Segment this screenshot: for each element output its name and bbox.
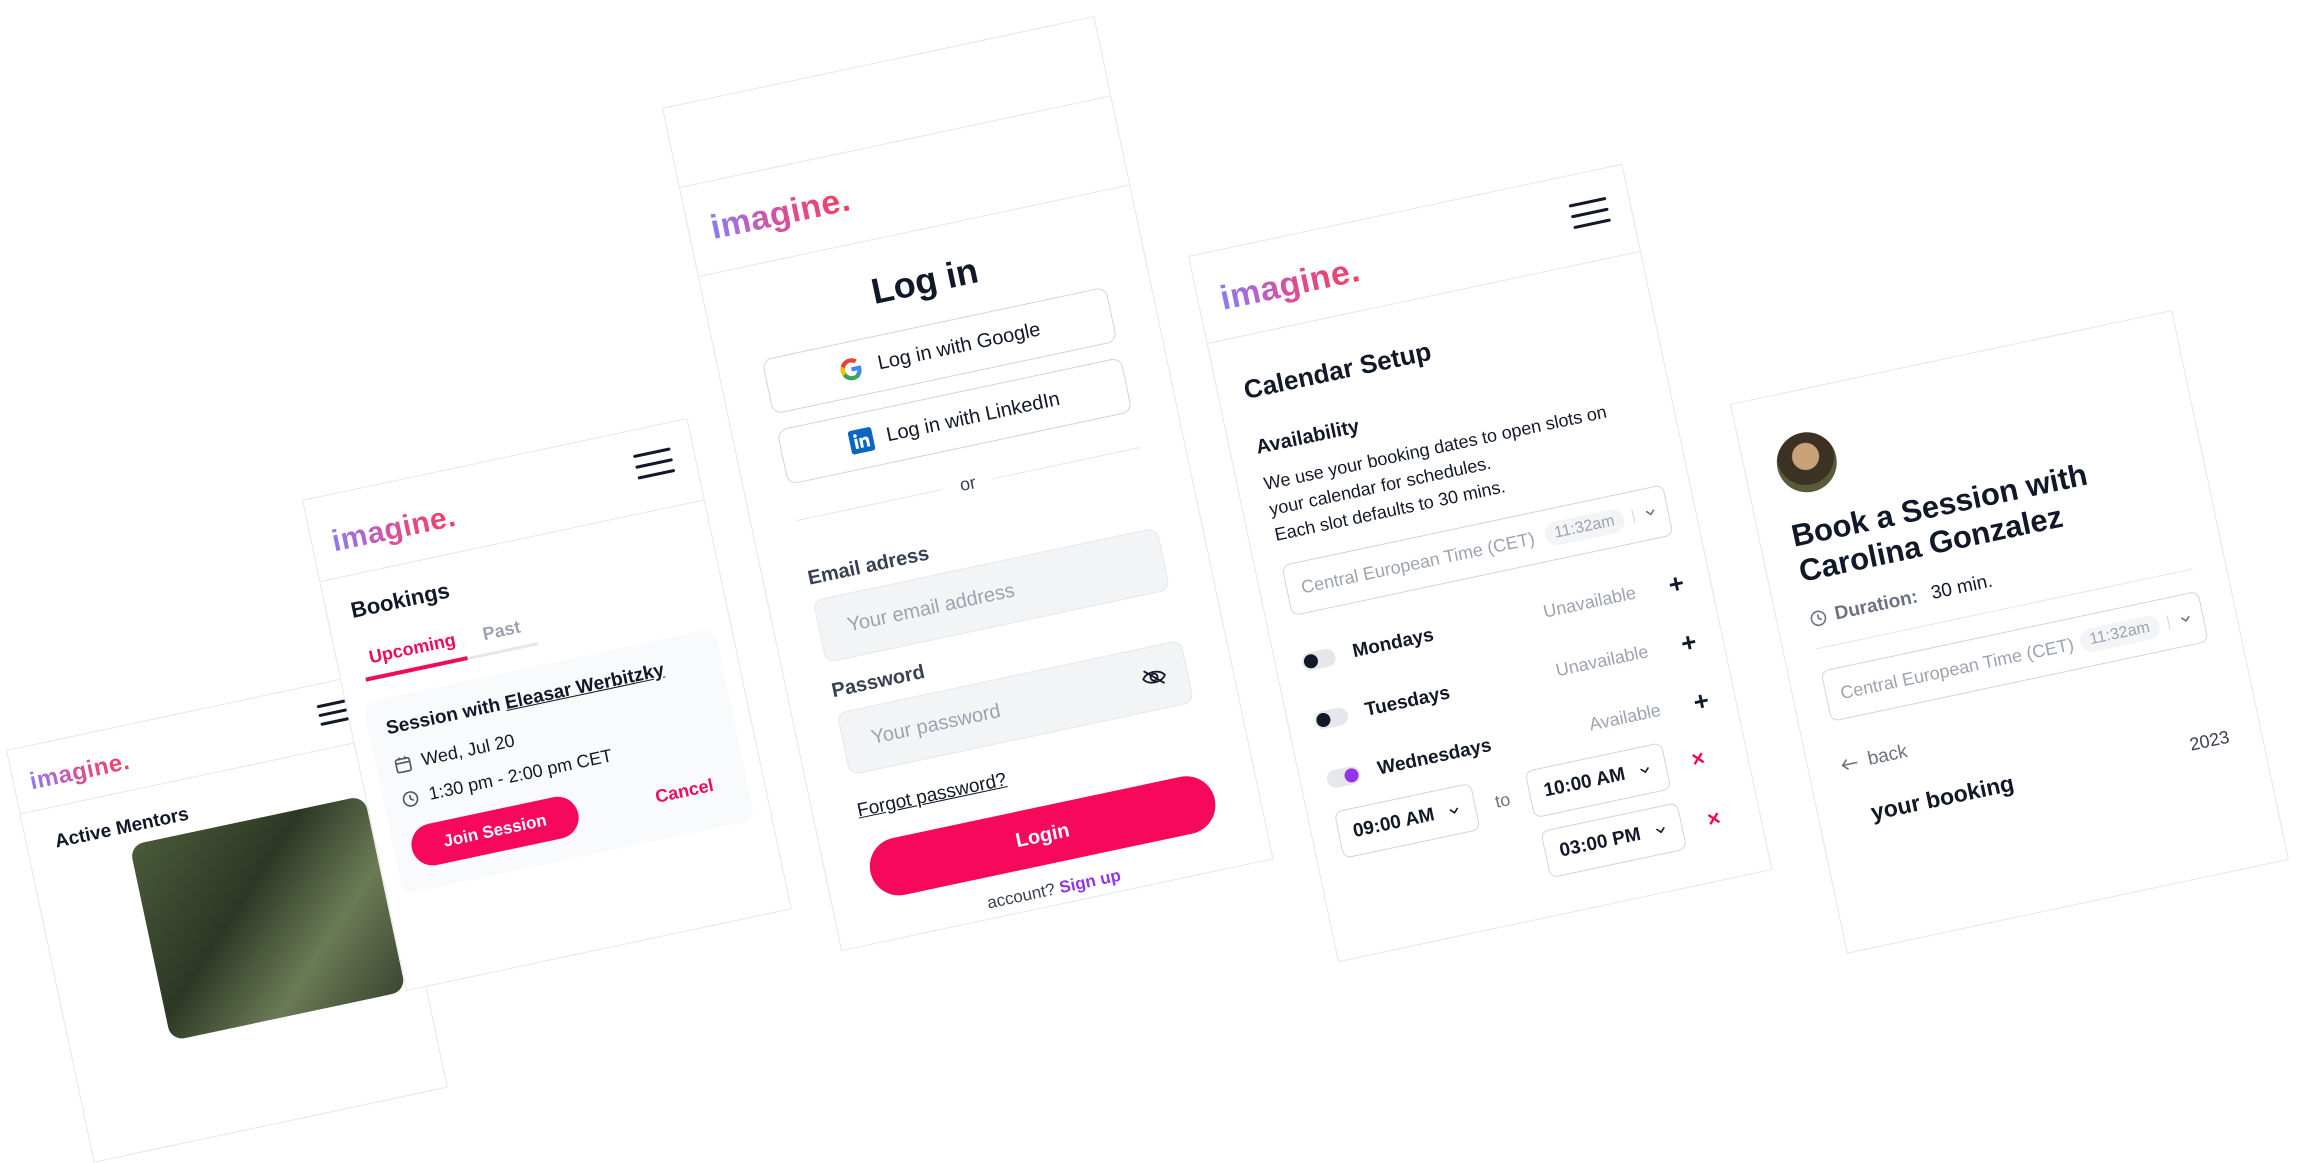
hamburger-menu-icon[interactable] <box>632 447 676 480</box>
logo: imagine. <box>27 747 133 796</box>
logo: imagine. <box>1216 251 1364 318</box>
session-date: Wed, Jul 20 <box>419 730 517 770</box>
booking-year: 2023 <box>2187 726 2232 755</box>
wednesday-toggle[interactable] <box>1325 764 1363 790</box>
email-placeholder: Your email address <box>845 579 1017 636</box>
hamburger-menu-icon[interactable] <box>1568 196 1612 230</box>
chevron-down-icon <box>2166 610 2194 630</box>
monday-status: Unavailable <box>1541 582 1638 622</box>
logo: imagine. <box>328 499 459 559</box>
logo: imagine. <box>707 180 854 248</box>
calendar-screen: imagine. Calendar Setup Availability We … <box>1188 163 1773 963</box>
monday-toggle[interactable] <box>1300 647 1338 672</box>
signup-prompt: account? <box>985 879 1057 913</box>
to-label: to <box>1493 788 1512 812</box>
chevron-down-icon <box>1631 504 1659 524</box>
chevron-down-icon <box>1449 807 1459 814</box>
add-slot-wednesday-icon[interactable]: + <box>1690 684 1711 717</box>
cancel-button[interactable]: Cancel <box>653 774 715 807</box>
mentor-avatar <box>1771 426 1843 498</box>
booking-heading: your booking <box>1868 769 2017 826</box>
join-session-button[interactable]: Join Session <box>407 792 583 870</box>
slot-to-select-2[interactable]: 03:00 PM <box>1540 802 1688 879</box>
book-session-screen: Book a Session with Carolina Gonzalez Du… <box>1730 310 2289 954</box>
clock-icon <box>1808 608 1829 629</box>
linkedin-login-label: Log in with LinkedIn <box>884 387 1062 446</box>
slot-from-value: 09:00 AM <box>1351 804 1437 842</box>
timezone-value: Central European Time (CET) <box>1299 527 1537 597</box>
tuesday-label: Tuesdays <box>1363 682 1452 721</box>
chevron-down-icon <box>1655 827 1665 834</box>
back-label: back <box>1865 740 1910 770</box>
chevron-down-icon <box>1640 767 1650 774</box>
tab-past[interactable]: Past <box>471 614 534 654</box>
session-prefix: Session with <box>384 693 508 740</box>
signup-link[interactable]: Sign up <box>1058 866 1123 898</box>
or-text: or <box>957 472 978 496</box>
timezone-time-chip: 11:32am <box>2077 613 2162 655</box>
remove-slot-icon[interactable]: × <box>1689 745 1707 773</box>
add-slot-tuesday-icon[interactable]: + <box>1678 626 1699 659</box>
wednesday-status: Available <box>1587 699 1663 735</box>
timezone-value: Central European Time (CET) <box>1838 633 2076 703</box>
duration-value: 30 min. <box>1929 570 1995 605</box>
duration-label: Duration: <box>1832 586 1920 625</box>
slot-to-value: 10:00 AM <box>1541 763 1628 802</box>
google-login-label: Log in with Google <box>875 317 1043 374</box>
clock-icon <box>400 788 421 809</box>
add-slot-monday-icon[interactable]: + <box>1666 567 1687 600</box>
tuesday-status: Unavailable <box>1553 640 1650 680</box>
mentor-photo[interactable] <box>129 795 406 1042</box>
tuesday-toggle[interactable] <box>1312 705 1350 731</box>
linkedin-icon <box>847 427 875 455</box>
remove-slot-icon[interactable]: × <box>1705 805 1723 833</box>
slot-to-value-2: 03:00 PM <box>1557 823 1643 862</box>
eye-off-icon[interactable] <box>1139 665 1169 690</box>
google-icon <box>836 354 867 385</box>
calendar-icon <box>392 754 413 775</box>
tab-upcoming[interactable]: Upcoming <box>359 627 468 682</box>
timezone-time-chip: 11:32am <box>1542 507 1627 548</box>
password-placeholder: Your password <box>869 699 1003 749</box>
arrow-left-icon <box>1839 755 1860 772</box>
monday-label: Mondays <box>1350 624 1436 663</box>
